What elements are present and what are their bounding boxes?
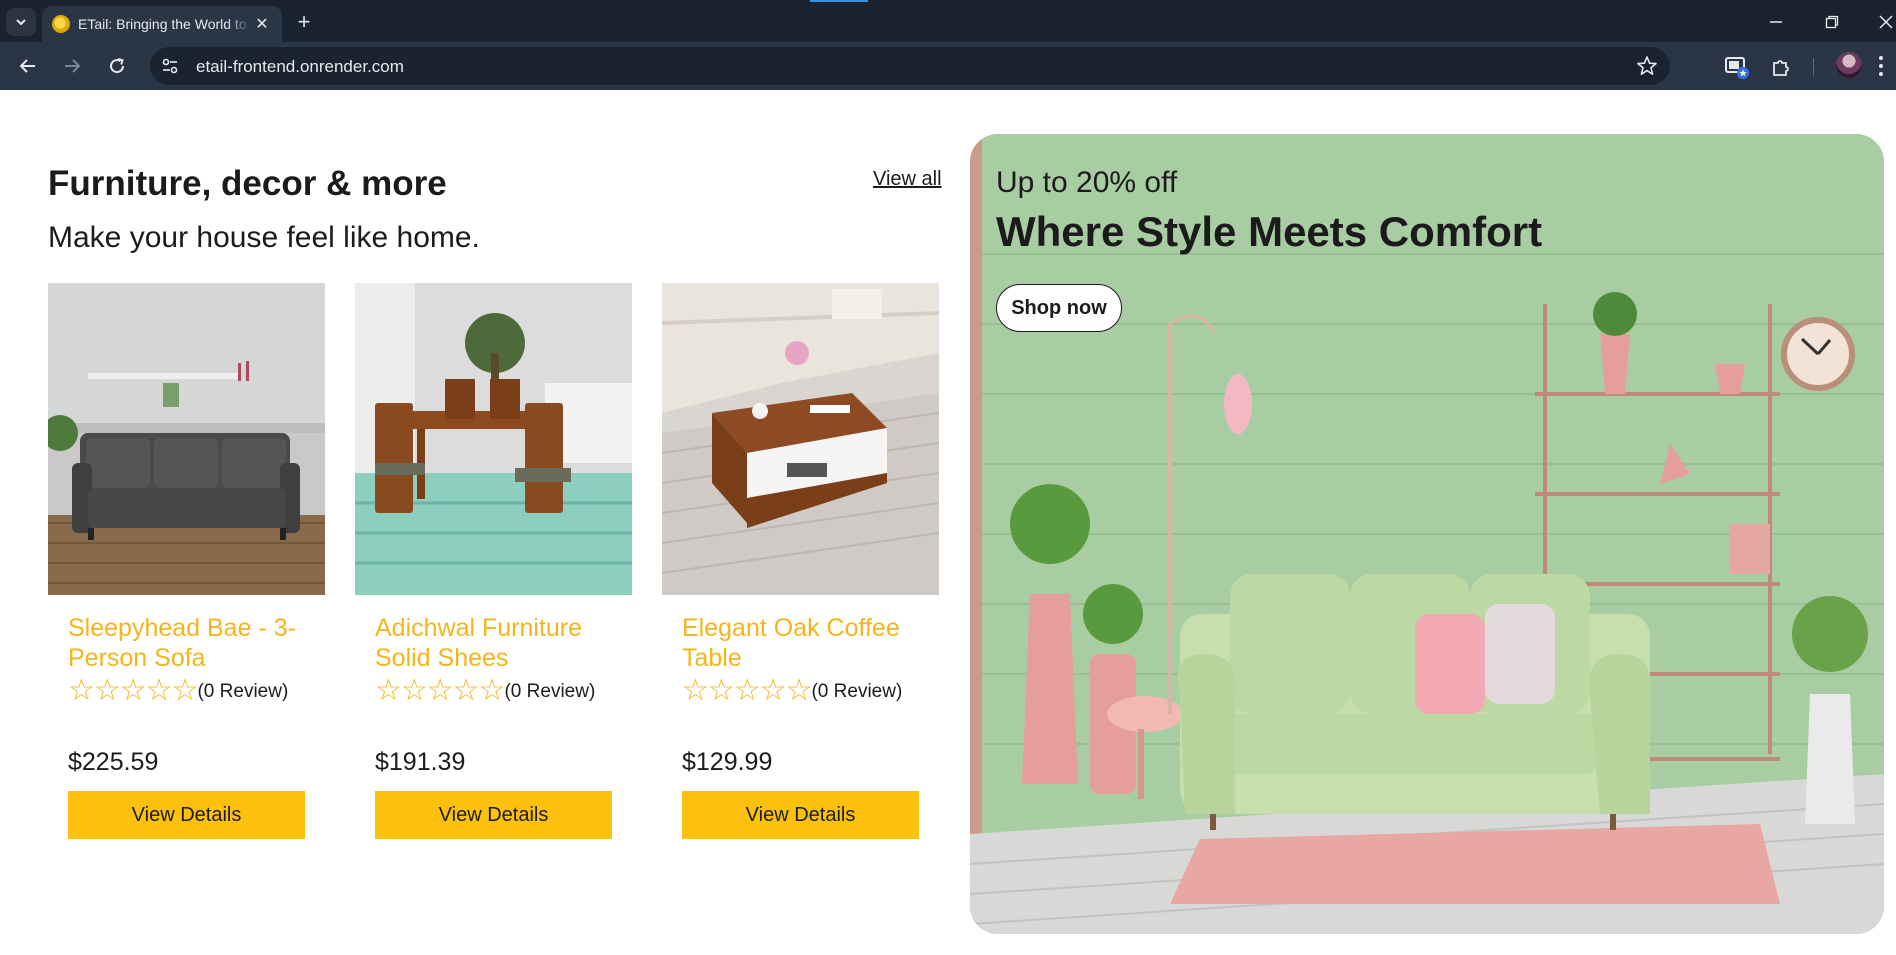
product-price: $129.99 [682, 748, 773, 776]
minimize-button[interactable] [1764, 10, 1788, 34]
product-card: Elegant Oak Coffee Table ☆☆☆☆☆(0 Review)… [662, 283, 939, 843]
browser-toolbar: etail-frontend.onrender.com [0, 42, 1896, 90]
product-image-coffee-table[interactable] [662, 283, 939, 595]
promo-banner[interactable]: Up to 20% off Where Style Meets Comfort … [970, 134, 1884, 934]
rating-stars-icon: ☆☆☆☆☆ [68, 674, 198, 707]
rating-stars-icon: ☆☆☆☆☆ [375, 674, 505, 707]
product-card: Sleepyhead Bae - 3-Person Sofa ☆☆☆☆☆(0 R… [48, 283, 325, 843]
browser-tab-active[interactable]: ETail: Bringing the World to You ✕ [42, 6, 282, 42]
avatar[interactable] [1836, 52, 1862, 78]
chevron-down-icon [16, 19, 26, 26]
tab-loading-indicator [810, 0, 868, 2]
restore-button[interactable] [1820, 10, 1844, 34]
reload-button[interactable] [103, 52, 131, 80]
extensions-button[interactable] [1768, 54, 1794, 80]
coffee-table-image [662, 283, 939, 595]
product-name[interactable]: Elegant Oak Coffee Table [682, 613, 922, 673]
cast-icon [1725, 57, 1749, 79]
view-details-button[interactable]: View Details [68, 791, 305, 839]
product-rating: ☆☆☆☆☆(0 Review) [682, 675, 922, 708]
view-details-button[interactable]: View Details [682, 791, 919, 839]
page-content: Furniture, decor & more View all Make yo… [0, 90, 1896, 955]
browser-tabstrip: ETail: Bringing the World to You ✕ + [0, 0, 1896, 42]
menu-icon[interactable] [1878, 56, 1884, 76]
minimize-icon [1770, 21, 1782, 23]
url-text[interactable]: etail-frontend.onrender.com [196, 57, 404, 77]
bookmark-star-icon[interactable] [1636, 55, 1658, 77]
product-rating: ☆☆☆☆☆(0 Review) [375, 675, 615, 708]
new-tab-button[interactable]: + [292, 9, 316, 34]
site-info-icon[interactable] [160, 56, 180, 76]
section-title: Furniture, decor & more [48, 164, 447, 203]
forward-button[interactable] [58, 52, 86, 80]
product-image-sofa[interactable] [48, 283, 325, 595]
review-count: (0 Review) [811, 681, 903, 702]
toolbar-divider [1813, 58, 1814, 76]
tab-close-button[interactable]: ✕ [252, 14, 272, 34]
close-window-button[interactable] [1874, 10, 1896, 34]
section-subtitle: Make your house feel like home. [48, 221, 480, 254]
back-icon [19, 59, 35, 73]
address-bar[interactable]: etail-frontend.onrender.com [150, 47, 1670, 85]
rating-stars-icon: ☆☆☆☆☆ [682, 674, 812, 707]
extensions-icon [1773, 60, 1789, 76]
product-image-dining-set[interactable] [355, 283, 632, 595]
back-button[interactable] [14, 52, 42, 80]
view-all-link[interactable]: View all [873, 168, 942, 191]
banner-headline: Where Style Meets Comfort [996, 208, 1543, 255]
dining-set-image [355, 283, 632, 595]
sofa-image [48, 283, 325, 595]
close-icon [1879, 15, 1893, 29]
site-favicon [52, 15, 70, 33]
reload-icon [110, 58, 125, 74]
product-card: Adichwal Furniture Solid Shees ☆☆☆☆☆(0 R… [355, 283, 632, 843]
view-details-button[interactable]: View Details [375, 791, 612, 839]
cast-button[interactable] [1724, 54, 1750, 80]
shop-now-button[interactable]: Shop now [996, 284, 1122, 332]
product-rating: ☆☆☆☆☆(0 Review) [68, 675, 308, 708]
banner-promo-text: Up to 20% off [996, 166, 1178, 199]
tab-title: ETail: Bringing the World to You [78, 16, 252, 32]
forward-icon [65, 59, 81, 73]
product-name[interactable]: Sleepyhead Bae - 3-Person Sofa [68, 613, 308, 673]
product-name[interactable]: Adichwal Furniture Solid Shees [375, 613, 615, 673]
product-price: $225.59 [68, 748, 159, 776]
tab-search-button[interactable] [6, 8, 36, 36]
review-count: (0 Review) [197, 681, 289, 702]
review-count: (0 Review) [504, 681, 596, 702]
restore-icon [1825, 15, 1839, 29]
product-price: $191.39 [375, 748, 466, 776]
